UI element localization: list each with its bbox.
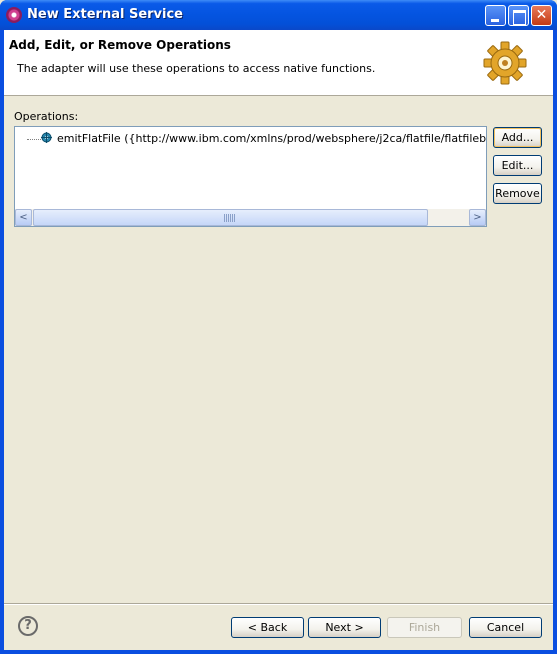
finish-button[interactable]: Finish xyxy=(387,617,462,638)
help-icon[interactable]: ? xyxy=(18,616,38,636)
close-icon: ✕ xyxy=(535,7,548,23)
scroll-thumb[interactable] xyxy=(33,209,428,226)
operations-label: Operations: xyxy=(14,110,79,123)
maximize-button[interactable] xyxy=(508,5,529,26)
gear-icon xyxy=(483,41,527,85)
page-description: The adapter will use these operations to… xyxy=(17,62,376,75)
grip-icon xyxy=(224,214,236,222)
remove-button[interactable]: Remove xyxy=(493,183,542,204)
horizontal-scrollbar[interactable]: < > xyxy=(15,209,486,226)
dialog-client: Add, Edit, or Remove Operations The adap… xyxy=(4,30,553,650)
page-title: Add, Edit, or Remove Operations xyxy=(9,38,231,52)
title-bar[interactable]: New External Service ✕ xyxy=(0,0,557,30)
header-banner: Add, Edit, or Remove Operations The adap… xyxy=(4,30,553,96)
tree-item-label: emitFlatFile ({http://www.ibm.com/xmlns/… xyxy=(57,132,486,145)
tree-item-emitflatfile[interactable]: emitFlatFile ({http://www.ibm.com/xmlns/… xyxy=(15,131,486,147)
add-button[interactable]: Add... xyxy=(493,127,542,148)
edit-button[interactable]: Edit... xyxy=(493,155,542,176)
back-button[interactable]: < Back xyxy=(231,617,304,638)
cancel-button[interactable]: Cancel xyxy=(469,617,542,638)
next-button[interactable]: Next > xyxy=(308,617,381,638)
close-button[interactable]: ✕ xyxy=(531,5,552,26)
app-icon xyxy=(6,7,22,23)
scroll-right-button[interactable]: > xyxy=(469,209,486,226)
operations-tree[interactable]: emitFlatFile ({http://www.ibm.com/xmlns/… xyxy=(14,126,487,227)
footer-separator xyxy=(4,603,553,605)
window-title: New External Service xyxy=(27,7,183,22)
minimize-button[interactable] xyxy=(485,5,506,26)
scroll-left-button[interactable]: < xyxy=(15,209,32,226)
dialog-window: New External Service ✕ Add, Edit, or Rem… xyxy=(0,0,557,654)
operation-icon xyxy=(41,132,52,143)
tree-connector xyxy=(27,139,41,140)
